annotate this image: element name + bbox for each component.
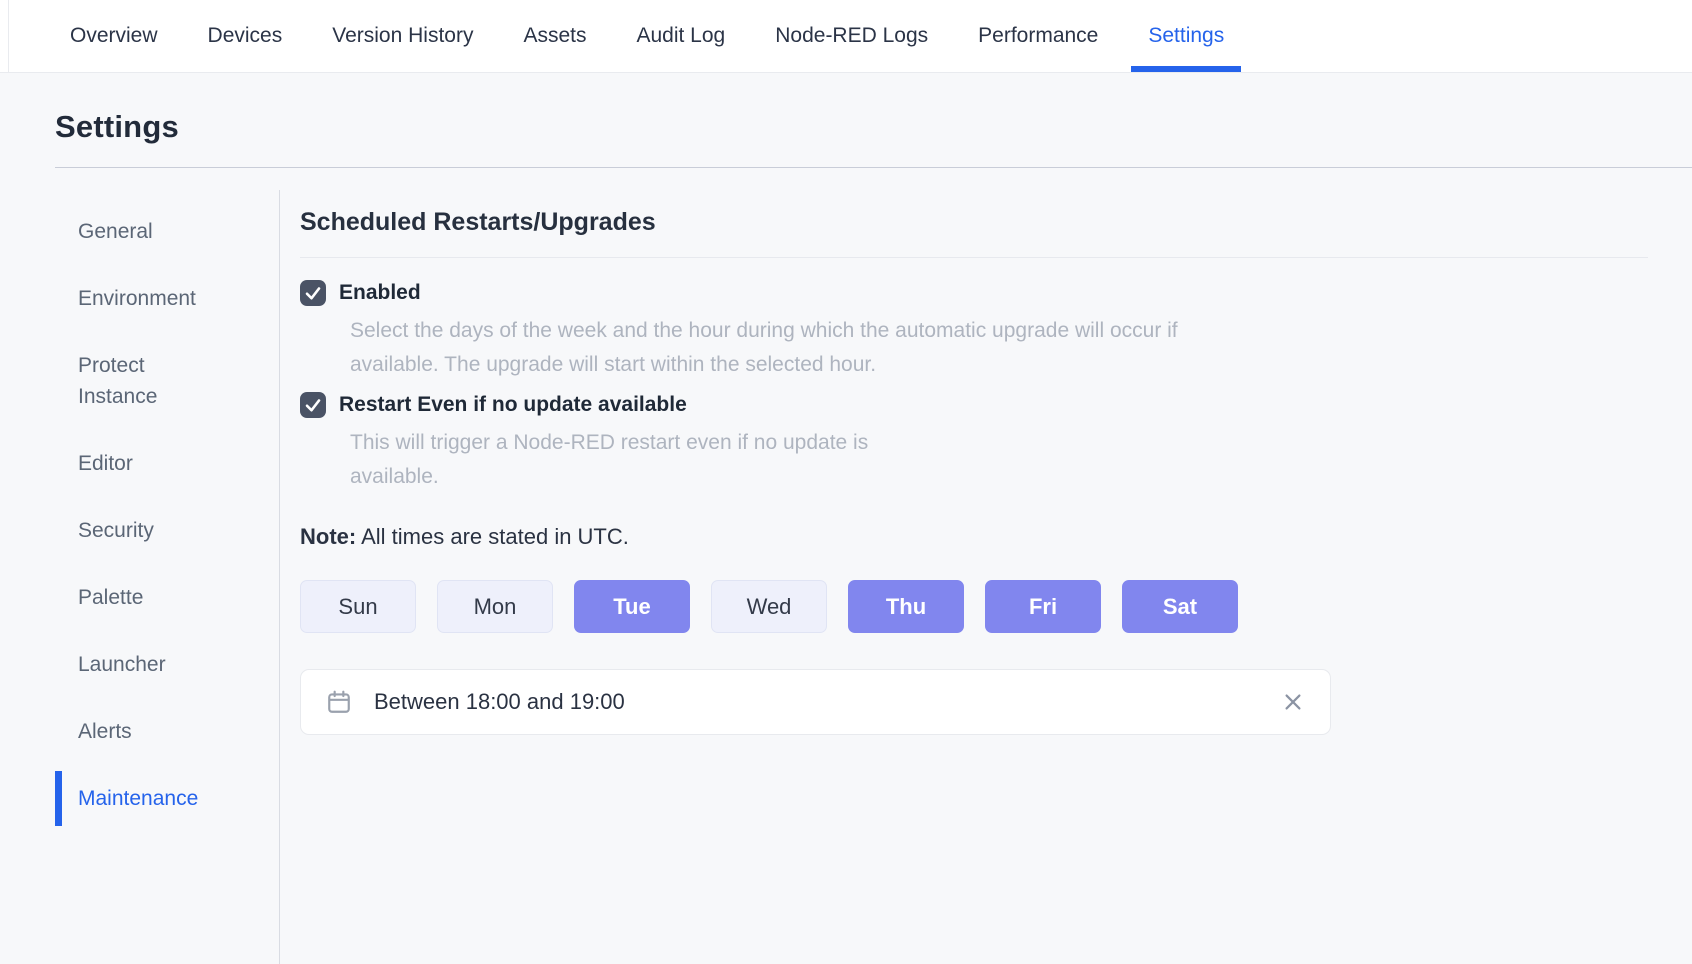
- option-enabled: Enabled Select the days of the week and …: [300, 280, 1648, 382]
- maintenance-panel: Scheduled Restarts/Upgrades Enabled Sele…: [280, 190, 1692, 964]
- day-button-mon[interactable]: Mon: [437, 580, 553, 633]
- sidebar-item-protect-instance[interactable]: Protect Instance: [55, 338, 245, 424]
- settings-sidebar-list: General Environment Protect Instance Edi…: [0, 204, 279, 826]
- calendar-icon: [326, 689, 352, 715]
- time-window-select[interactable]: Between 18:00 and 19:00: [300, 669, 1331, 735]
- enabled-checkbox-row[interactable]: Enabled: [300, 280, 1648, 306]
- settings-sidebar: General Environment Protect Instance Edi…: [0, 190, 280, 964]
- tab-settings[interactable]: Settings: [1131, 0, 1241, 72]
- restart-checkbox[interactable]: [300, 392, 326, 418]
- sidebar-item-editor[interactable]: Editor: [55, 436, 245, 491]
- tab-overview[interactable]: Overview: [53, 0, 175, 72]
- sidebar-item-palette[interactable]: Palette: [55, 570, 245, 625]
- sidebar-item-maintenance[interactable]: Maintenance: [55, 771, 245, 826]
- utc-note: Note: All times are stated in UTC.: [300, 524, 1648, 550]
- utc-note-text: All times are stated in UTC.: [361, 524, 629, 549]
- day-toggle-group: Sun Mon Tue Wed Thu Fri Sat: [300, 580, 1648, 633]
- page-title: Settings: [55, 109, 1692, 145]
- day-button-sun[interactable]: Sun: [300, 580, 416, 633]
- restart-label[interactable]: Restart Even if no update available: [339, 393, 687, 417]
- tab-devices[interactable]: Devices: [191, 0, 300, 72]
- restart-checkbox-row[interactable]: Restart Even if no update available: [300, 392, 1648, 418]
- day-button-tue[interactable]: Tue: [574, 580, 690, 633]
- utc-note-label: Note:: [300, 524, 356, 549]
- enabled-description: Select the days of the week and the hour…: [350, 314, 1215, 382]
- day-button-thu[interactable]: Thu: [848, 580, 964, 633]
- settings-content: General Environment Protect Instance Edi…: [0, 190, 1692, 964]
- tab-assets[interactable]: Assets: [506, 0, 603, 72]
- section-title: Scheduled Restarts/Upgrades: [300, 208, 1648, 237]
- day-button-fri[interactable]: Fri: [985, 580, 1101, 633]
- checkmark-icon: [304, 284, 322, 302]
- section-title-divider: [300, 257, 1648, 258]
- sidebar-item-environment[interactable]: Environment: [55, 271, 245, 326]
- restart-description: This will trigger a Node-RED restart eve…: [350, 426, 950, 494]
- clear-time-window-button[interactable]: [1281, 690, 1305, 714]
- day-button-sat[interactable]: Sat: [1122, 580, 1238, 633]
- page-title-divider: [55, 167, 1692, 168]
- tab-version-history[interactable]: Version History: [315, 0, 490, 72]
- sidebar-item-security[interactable]: Security: [55, 503, 245, 558]
- sidebar-item-alerts[interactable]: Alerts: [55, 704, 245, 759]
- tab-performance[interactable]: Performance: [961, 0, 1115, 72]
- time-window-value: Between 18:00 and 19:00: [374, 689, 625, 715]
- page-header: Settings: [0, 73, 1692, 168]
- sidebar-item-general[interactable]: General: [55, 204, 245, 259]
- option-restart-no-update: Restart Even if no update available This…: [300, 392, 1648, 494]
- tab-audit-log[interactable]: Audit Log: [619, 0, 742, 72]
- clear-x-icon: [1282, 691, 1304, 713]
- checkmark-icon: [304, 396, 322, 414]
- tab-node-red-logs[interactable]: Node-RED Logs: [758, 0, 945, 72]
- day-button-wed[interactable]: Wed: [711, 580, 827, 633]
- enabled-checkbox[interactable]: [300, 280, 326, 306]
- instance-tab-bar: Overview Devices Version History Assets …: [0, 0, 1692, 73]
- enabled-label[interactable]: Enabled: [339, 281, 421, 305]
- window-edge-divider: [8, 0, 9, 72]
- sidebar-item-launcher[interactable]: Launcher: [55, 637, 245, 692]
